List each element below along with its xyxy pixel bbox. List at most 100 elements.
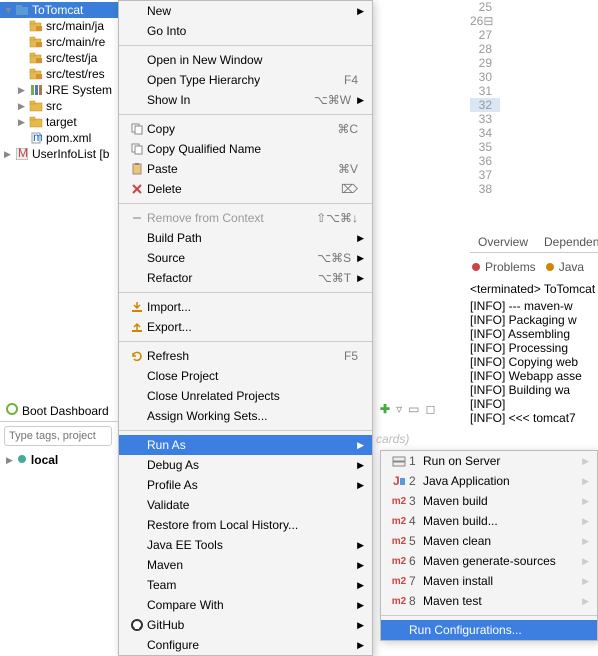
submenu-item-run-on-server[interactable]: 1Run on Server▶	[381, 451, 597, 471]
menu-item-delete[interactable]: Delete⌦	[119, 179, 372, 199]
submenu-item-maven-install[interactable]: m27Maven install▶	[381, 571, 597, 591]
boot-filter-input[interactable]	[4, 426, 112, 446]
editor-line[interactable]: 38	[470, 182, 598, 196]
editor-line[interactable]: 26⊟	[470, 14, 598, 28]
menu-item-paste[interactable]: Paste⌘V	[119, 159, 372, 179]
tree-item[interactable]: ▶target	[0, 114, 118, 130]
submenu-item-maven-build-[interactable]: m24Maven build...▶	[381, 511, 597, 531]
menu-item-profile-as[interactable]: Profile As▶	[119, 475, 372, 495]
menu-item-compare-with[interactable]: Compare With▶	[119, 595, 372, 615]
submenu-arrow-icon: ▶	[357, 480, 364, 491]
menu-item-refresh[interactable]: RefreshF5	[119, 346, 372, 366]
m2-icon: m2	[389, 596, 409, 607]
panel-tab-problems[interactable]: Problems	[470, 260, 536, 274]
menu-item-validate[interactable]: Validate	[119, 495, 372, 515]
menu-item-maven[interactable]: Maven▶	[119, 555, 372, 575]
menu-item-github[interactable]: GitHub▶	[119, 615, 372, 635]
editor-line[interactable]: 28	[470, 42, 598, 56]
menu-label: Remove from Context	[147, 211, 316, 225]
panel-tab-java[interactable]: Java	[544, 260, 584, 274]
menu-label: Copy	[147, 122, 337, 136]
tree-label: src/test/res	[46, 67, 105, 81]
tree-item[interactable]: src/main/re	[0, 34, 118, 50]
submenu-arrow-icon: ▶	[357, 95, 364, 106]
menu-item-assign-working-sets-[interactable]: Assign Working Sets...	[119, 406, 372, 426]
menu-item-configure[interactable]: Configure▶	[119, 635, 372, 655]
run-as-submenu: 1Run on Server▶J2Java Application▶m23Mav…	[380, 450, 598, 641]
menu-item-copy[interactable]: Copy⌘C	[119, 119, 372, 139]
menu-item-copy-qualified-name[interactable]: Copy Qualified Name	[119, 139, 372, 159]
menu-item-open-in-new-window[interactable]: Open in New Window	[119, 50, 372, 70]
editor-line[interactable]: 25	[470, 0, 598, 14]
line-number: 26⊟	[470, 14, 500, 28]
tab-overview[interactable]: Overview	[470, 232, 536, 252]
shortcut: ⌘C	[337, 122, 358, 136]
menu-item-build-path[interactable]: Build Path▶	[119, 228, 372, 248]
menu-item-show-in[interactable]: Show In⌥⌘W▶	[119, 90, 372, 110]
submenu-run-configurations[interactable]: Run Configurations...	[381, 620, 597, 640]
context-menu: New▶ Go Into Open in New WindowOpen Type H…	[118, 0, 373, 656]
accelerator: 5	[409, 534, 423, 548]
submenu-item-maven-test[interactable]: m28Maven test▶	[381, 591, 597, 611]
editor-line[interactable]: 31	[470, 84, 598, 98]
menu-item-new[interactable]: New▶	[119, 1, 372, 21]
menu-label: Go Into	[147, 24, 364, 38]
editor-line[interactable]: 30	[470, 70, 598, 84]
java-icon: J	[389, 475, 409, 487]
console-line: [INFO] Building wa	[470, 383, 598, 397]
editor-line[interactable]: 36	[470, 154, 598, 168]
tree-item[interactable]: src/test/res	[0, 66, 118, 82]
menu-dropdown-icon[interactable]: ▿	[396, 402, 402, 416]
editor-line[interactable]: 32	[470, 98, 598, 112]
editor-line[interactable]: 34	[470, 126, 598, 140]
boot-local-item[interactable]: ▶ local	[0, 450, 118, 470]
chevron-icon: ▶	[18, 85, 28, 96]
editor-line[interactable]: 27	[470, 28, 598, 42]
tree-item[interactable]: ▶src	[0, 98, 118, 114]
tree-item-outside[interactable]: ▶ M UserInfoList [b	[0, 146, 118, 162]
code-editor[interactable]: 2526⊟27282930313233 34 35 36 37 38	[470, 0, 598, 230]
menu-item-close-project[interactable]: Close Project	[119, 366, 372, 386]
code-text	[500, 112, 543, 126]
shortcut: F4	[344, 73, 358, 87]
menu-item-java-ee-tools[interactable]: Java EE Tools▶	[119, 535, 372, 555]
menu-item-refactor[interactable]: Refactor⌥⌘T▶	[119, 268, 372, 288]
tree-project-root[interactable]: ▼ ToTomcat	[0, 2, 118, 18]
tree-item[interactable]: src/test/ja	[0, 50, 118, 66]
m2-icon: m2	[389, 536, 409, 547]
folder-icon	[28, 115, 44, 129]
menu-item-run-as[interactable]: Run As▶	[119, 435, 372, 455]
editor-line[interactable]: 35	[470, 140, 598, 154]
menu-item-import-[interactable]: Import...	[119, 297, 372, 317]
tree-item[interactable]: mpom.xml	[0, 130, 118, 146]
add-icon[interactable]: ✚	[380, 402, 390, 416]
menu-item-source[interactable]: Source⌥⌘S▶	[119, 248, 372, 268]
submenu-item-java-application[interactable]: J2Java Application▶	[381, 471, 597, 491]
submenu-item-maven-build[interactable]: m23Maven build▶	[381, 491, 597, 511]
accelerator: 1	[409, 454, 423, 468]
menu-item-close-unrelated-projects[interactable]: Close Unrelated Projects	[119, 386, 372, 406]
package-icon	[28, 67, 44, 81]
menu-item-open-type-hierarchy[interactable]: Open Type HierarchyF4	[119, 70, 372, 90]
maximize-icon[interactable]: ◻	[425, 402, 435, 416]
menu-item-export-[interactable]: Export...	[119, 317, 372, 337]
menu-item-restore-from-local-history-[interactable]: Restore from Local History...	[119, 515, 372, 535]
menu-separator	[119, 430, 372, 431]
tree-item[interactable]: ▶JRE System	[0, 82, 118, 98]
tab-dependenc[interactable]: Dependenc	[536, 232, 598, 252]
submenu-arrow-icon: ▶	[357, 620, 364, 631]
editor-line[interactable]: 29	[470, 56, 598, 70]
remove-icon	[127, 211, 147, 225]
menu-item-debug-as[interactable]: Debug As▶	[119, 455, 372, 475]
project-icon	[14, 3, 30, 17]
editor-line[interactable]: 33	[470, 112, 598, 126]
editor-line[interactable]: 37	[470, 168, 598, 182]
tree-item[interactable]: src/main/ja	[0, 18, 118, 34]
line-number: 32	[470, 98, 500, 112]
line-number: 35	[470, 140, 500, 154]
submenu-item-maven-clean[interactable]: m25Maven clean▶	[381, 531, 597, 551]
minimize-icon[interactable]: ▭	[408, 402, 419, 416]
submenu-item-maven-generate-sources[interactable]: m26Maven generate-sources▶	[381, 551, 597, 571]
menu-item-go-into[interactable]: Go Into	[119, 21, 372, 41]
menu-item-team[interactable]: Team▶	[119, 575, 372, 595]
